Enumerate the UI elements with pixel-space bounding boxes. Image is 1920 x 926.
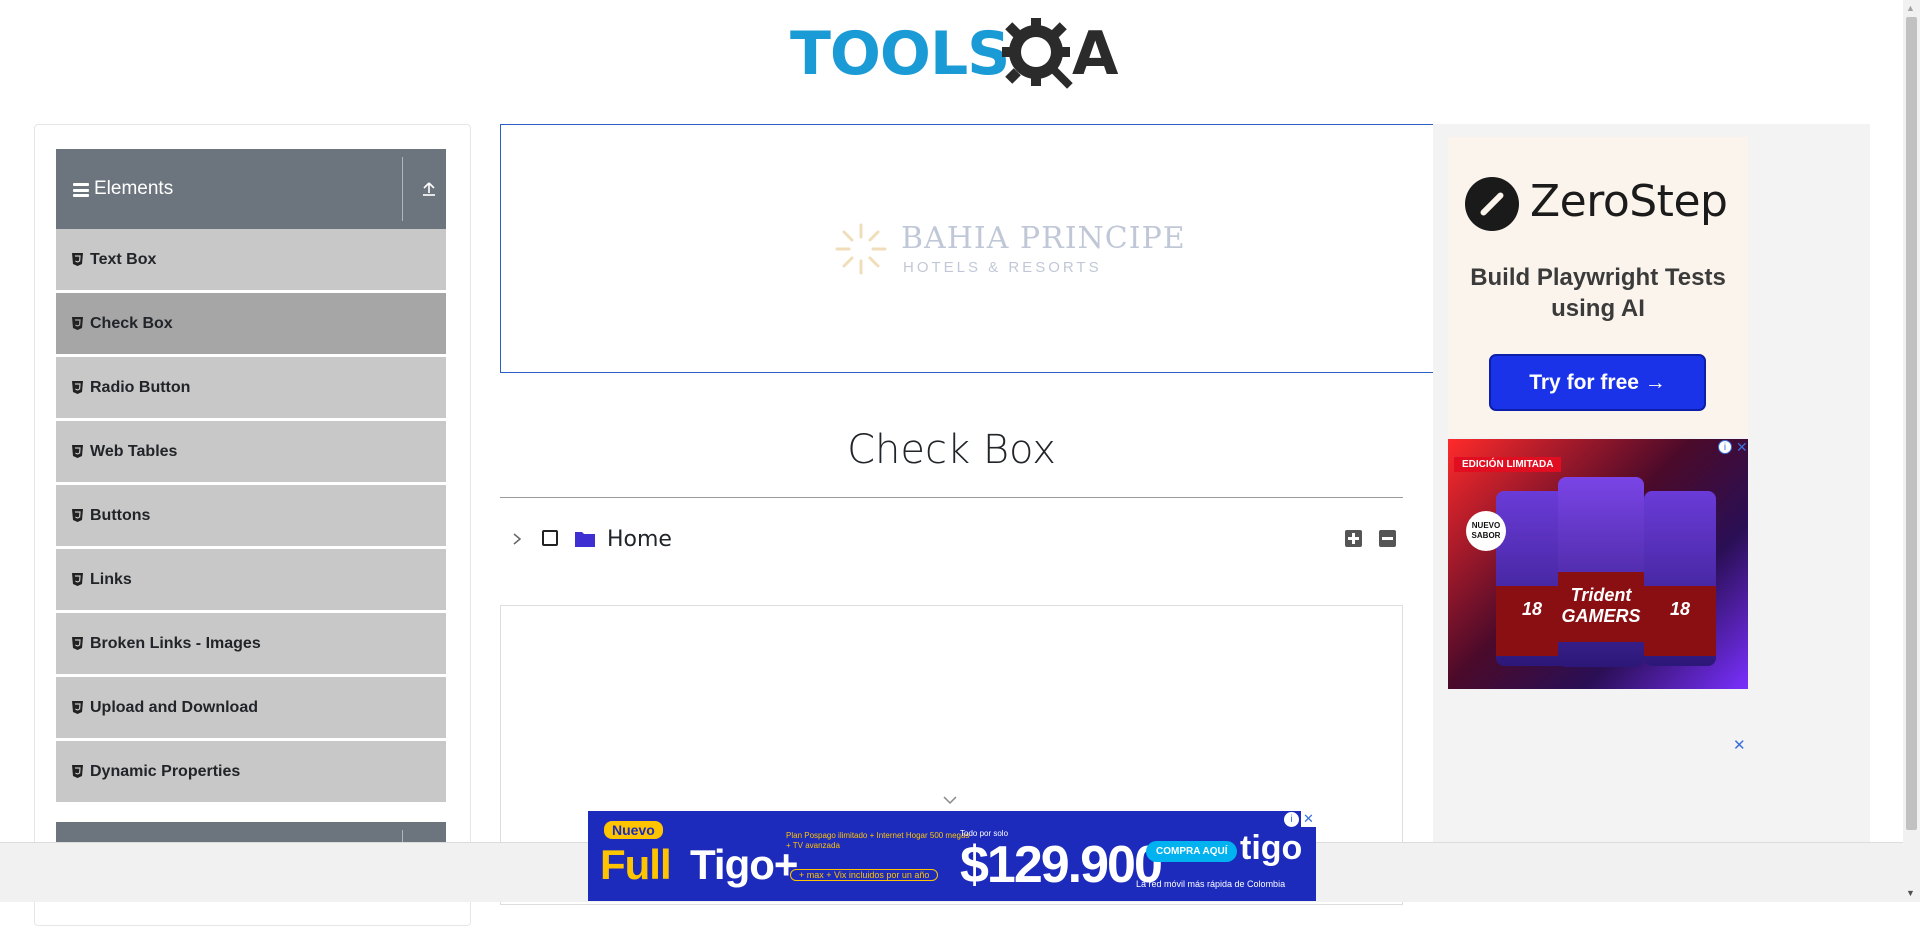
ad-badge: Nuevo	[604, 821, 663, 839]
adchoices-icon[interactable]: i	[1284, 812, 1299, 827]
sidebar-item-label: Dynamic Properties	[90, 763, 241, 780]
tree-checkbox-home[interactable]	[542, 530, 558, 546]
html5-icon	[72, 765, 83, 778]
sidebar-item-label: Buttons	[90, 507, 151, 524]
banner-ad[interactable]: BAHIA PRINCIPE HOTELS & RESORTS	[500, 124, 1435, 373]
close-ad-icon[interactable]: ✕	[1301, 811, 1316, 827]
sidebar-item-label: Broken Links - Images	[90, 635, 261, 652]
adchoices-icon[interactable]: i	[1718, 440, 1732, 454]
sidebar-item-buttons[interactable]: Buttons	[56, 485, 446, 547]
html5-icon	[72, 573, 83, 586]
scroll-up-icon[interactable]: ▲	[1906, 3, 1915, 13]
logo-text-tools: TOOLS	[790, 19, 1010, 89]
sidebar-item-radio-button[interactable]: Radio Button	[56, 357, 446, 419]
chevron-right-icon[interactable]	[510, 529, 524, 549]
ad-slogan: La red móvil más rápida de Colombia	[1136, 879, 1286, 889]
sidebar-item-label: Check Box	[90, 315, 173, 332]
tigo-ad[interactable]: Nuevo Full Tigo+ Plan Pospago ilimitado …	[588, 811, 1316, 901]
compra-aqui-button[interactable]: COMPRA AQUÍ	[1146, 841, 1238, 862]
logo-text-a: A	[1072, 19, 1119, 89]
collapse-all-button[interactable]	[1379, 530, 1396, 547]
product-tub: 18	[1644, 491, 1716, 666]
toolsqa-logo[interactable]: TOOLS A	[790, 14, 1120, 94]
html5-icon	[72, 317, 83, 330]
hamburger-icon	[73, 183, 89, 197]
html5-icon	[72, 381, 83, 394]
trident-ad[interactable]: EDICIÓN LIMITADA 18 Trident GAMERS 18 NU…	[1448, 439, 1748, 689]
ad-headline-white: Tigo+	[690, 841, 798, 888]
sidebar-item-label: Radio Button	[90, 379, 191, 396]
upload-arrow-icon[interactable]	[420, 179, 438, 199]
close-ad-icon[interactable]: ✕	[1736, 439, 1748, 455]
html5-icon	[72, 445, 83, 458]
sidebar-item-broken-links-images[interactable]: Broken Links - Images	[56, 613, 446, 675]
ad-features: Plan Pospago ilimitado + Internet Hogar …	[786, 831, 970, 850]
html5-icon	[72, 637, 83, 650]
tree-node-label[interactable]: Home	[607, 527, 672, 553]
sidebar-item-label: Upload and Download	[90, 699, 258, 716]
page-title: Check Box	[847, 427, 1056, 473]
tigo-logo: tigo	[1240, 829, 1303, 867]
scroll-down-icon[interactable]: ▼	[1906, 888, 1915, 898]
sidebar-item-label: Links	[90, 571, 132, 588]
scrollbar-thumb[interactable]	[1906, 17, 1917, 830]
product-tub: Trident GAMERS	[1558, 477, 1644, 667]
sidebar-item-text-box[interactable]: Text Box	[56, 229, 446, 291]
sidebar-item-check-box[interactable]: Check Box	[56, 293, 446, 355]
sun-logo-icon	[835, 223, 887, 275]
group-header-divider	[402, 157, 403, 221]
zerostep-tagline: Build Playwright Tests using AI	[1470, 264, 1726, 322]
zerostep-name: ZeroStep	[1530, 176, 1728, 227]
gear-magnifier-icon	[1002, 18, 1073, 89]
sidebar-item-label: Web Tables	[90, 443, 178, 460]
sidebar-item-web-tables[interactable]: Web Tables	[56, 421, 446, 483]
close-ad-icon[interactable]: ✕	[1733, 738, 1746, 754]
html5-icon	[72, 253, 83, 266]
ad-ribbon: EDICIÓN LIMITADA	[1454, 457, 1562, 472]
folder-icon	[575, 532, 595, 547]
sidebar-item-dynamic-properties[interactable]: Dynamic Properties	[56, 741, 446, 803]
ad-badge: NUEVO SABOR	[1466, 511, 1506, 551]
try-for-free-button[interactable]: Try for free →	[1489, 354, 1706, 411]
html5-icon	[72, 509, 83, 522]
sidebar-item-links[interactable]: Links	[56, 549, 446, 611]
ad-tagline: HOTELS & RESORTS	[903, 259, 1102, 276]
title-divider	[500, 497, 1403, 498]
ad-brand: BAHIA PRINCIPE	[901, 221, 1186, 256]
group-title: Elements	[94, 178, 174, 199]
group-header-elements[interactable]: Elements	[56, 149, 446, 229]
sidebar-item-upload-and-download[interactable]: Upload and Download	[56, 677, 446, 739]
expand-all-button[interactable]	[1345, 530, 1362, 547]
ad-features-extra: + max + Vix incluidos por un año	[790, 869, 939, 881]
html5-icon	[72, 701, 83, 714]
sidebar-item-label: Text Box	[90, 251, 157, 268]
ad-price: $129.900	[960, 836, 1163, 894]
zerostep-logo-icon	[1465, 177, 1519, 231]
ad-headline-yellow: Full	[600, 841, 672, 888]
chevron-down-icon[interactable]	[942, 795, 958, 805]
